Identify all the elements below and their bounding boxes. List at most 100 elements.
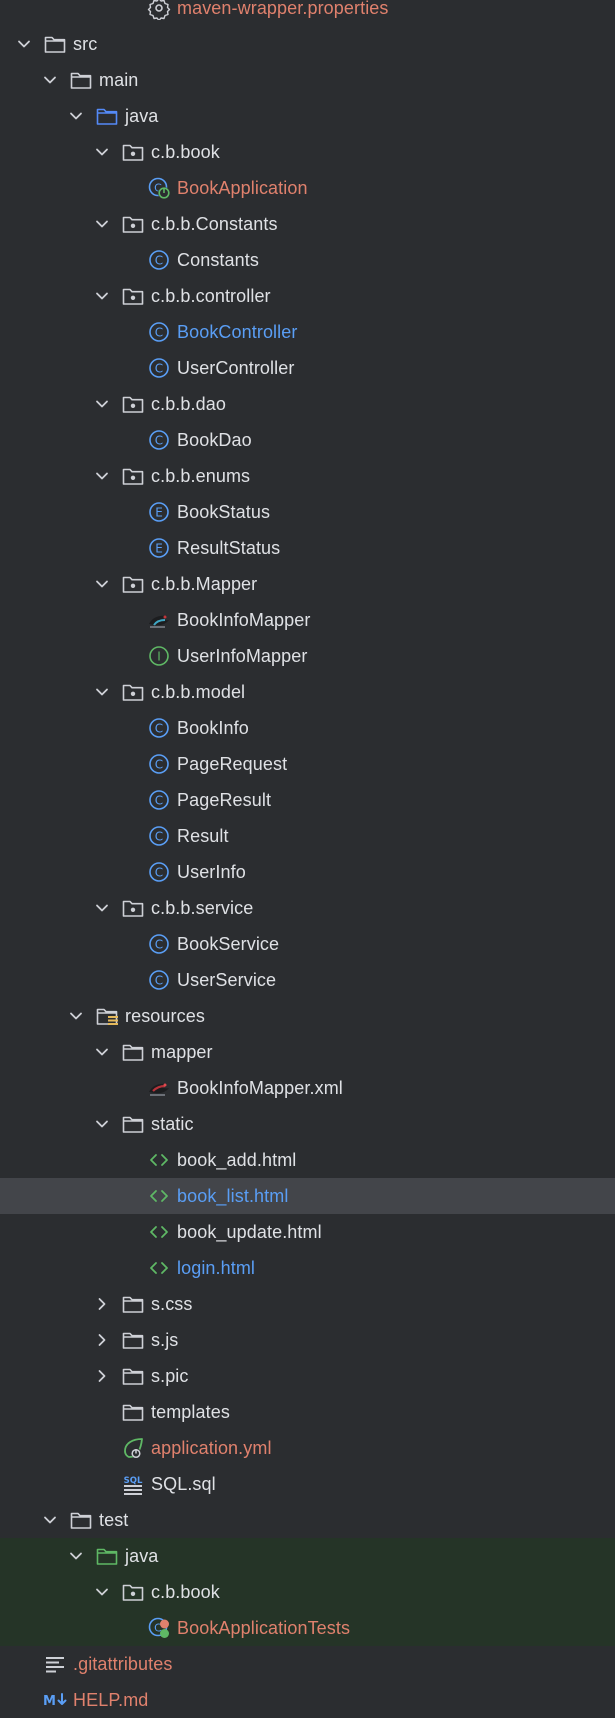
tree-item-c-b-b-mapper[interactable]: c.b.b.Mapper [0,566,615,602]
tree-item-sql-sql[interactable]: SQL SQL.sql [0,1466,615,1502]
tree-item-c-b-book[interactable]: c.b.book [0,134,615,170]
package-icon [121,284,145,308]
tree-item-pagerequest[interactable]: C PageRequest [0,746,615,782]
class-icon: C [147,320,171,344]
folder-icon [121,1040,145,1064]
chevron-down-icon[interactable] [91,141,113,163]
tree-item-static[interactable]: static [0,1106,615,1142]
chevron-right-icon[interactable] [91,1365,113,1387]
tree-item-bookapplication[interactable]: C BookApplication [0,170,615,206]
svg-text:C: C [155,758,163,772]
chevron-right-icon[interactable] [91,1329,113,1351]
tree-item-label: c.b.b.enums [151,466,251,486]
tree-item-label: UserController [177,358,295,378]
tree-item-bookinfo[interactable]: C BookInfo [0,710,615,746]
tree-item-templates[interactable]: templates [0,1394,615,1430]
tree-item-src[interactable]: src [0,26,615,62]
class-icon: C [147,968,171,992]
tree-item-label: BookController [177,322,298,342]
tree-item-label: c.b.b.model [151,682,246,702]
chevron-down-icon[interactable] [91,285,113,307]
tree-item-constants[interactable]: C Constants [0,242,615,278]
folder-icon [121,1328,145,1352]
tree-item-pageresult[interactable]: C PageResult [0,782,615,818]
tree-item-result[interactable]: C Result [0,818,615,854]
tree-item-label: book_list.html [177,1186,289,1206]
tree-item-label: java [125,1546,159,1566]
tree-item-bookservice[interactable]: C BookService [0,926,615,962]
chevron-down-icon[interactable] [13,33,35,55]
tree-item-c-b-b-dao[interactable]: c.b.b.dao [0,386,615,422]
tree-item-book-add-html[interactable]: book_add.html [0,1142,615,1178]
tree-item-userservice[interactable]: C UserService [0,962,615,998]
tree-item-resources[interactable]: resources [0,998,615,1034]
svg-text:M: M [43,1694,56,1709]
tree-item-label: c.b.b.service [151,898,254,918]
enum-icon: E [147,500,171,524]
chevron-down-icon[interactable] [91,213,113,235]
package-icon [121,572,145,596]
tree-item-book-update-html[interactable]: book_update.html [0,1214,615,1250]
mybatis-xml-icon [147,1076,171,1100]
chevron-down-icon[interactable] [91,465,113,487]
chevron-down-icon[interactable] [65,1005,87,1027]
chevron-down-icon[interactable] [91,897,113,919]
tree-item-c-b-b-service[interactable]: c.b.b.service [0,890,615,926]
tree-item-main[interactable]: main [0,62,615,98]
tree-item-bookdao[interactable]: C BookDao [0,422,615,458]
html-icon [147,1148,171,1172]
tree-item-java[interactable]: java [0,98,615,134]
tree-item-usercontroller[interactable]: C UserController [0,350,615,386]
tree-item-gitattributes[interactable]: .gitattributes [0,1646,615,1682]
tree-item-c-b-b-model[interactable]: c.b.b.model [0,674,615,710]
tree-item-label: c.b.b.Mapper [151,574,258,594]
tree-item-book-list-html[interactable]: book_list.html [0,1178,615,1214]
tree-item-help-md[interactable]: M HELP.md [0,1682,615,1718]
tree-item-userinfomapper[interactable]: I UserInfoMapper [0,638,615,674]
tree-item-c-b-b-enums[interactable]: c.b.b.enums [0,458,615,494]
chevron-down-icon[interactable] [91,1113,113,1135]
class-icon: C [147,932,171,956]
tree-item-label: c.b.b.dao [151,394,226,414]
chevron-down-icon[interactable] [91,681,113,703]
tree-item-label: BookStatus [177,502,271,522]
chevron-down-icon[interactable] [91,1581,113,1603]
tree-item-application-yml[interactable]: application.yml [0,1430,615,1466]
tree-item-c-b-book[interactable]: c.b.book [0,1574,615,1610]
tree-item-label: templates [151,1402,230,1422]
tree-item-s-css[interactable]: s.css [0,1286,615,1322]
tree-item-label: mapper [151,1042,213,1062]
tree-item-java[interactable]: java [0,1538,615,1574]
tree-item-bookinfomapper[interactable]: BookInfoMapper [0,602,615,638]
gear-icon [147,0,171,20]
tree-item-bookapplicationtests[interactable]: C BookApplicationTests [0,1610,615,1646]
chevron-down-icon[interactable] [65,1545,87,1567]
tree-item-resultstatus[interactable]: E ResultStatus [0,530,615,566]
test-class-icon: C [147,1616,171,1640]
chevron-down-icon[interactable] [65,105,87,127]
package-icon [121,464,145,488]
tree-item-bookinfomapper-xml[interactable]: BookInfoMapper.xml [0,1070,615,1106]
tree-item-s-js[interactable]: s.js [0,1322,615,1358]
tree-item-maven-wrapper-properties[interactable]: maven-wrapper.properties [0,0,615,26]
chevron-down-icon[interactable] [91,573,113,595]
chevron-down-icon[interactable] [39,69,61,91]
chevron-down-icon[interactable] [39,1509,61,1531]
tree-item-test[interactable]: test [0,1502,615,1538]
svg-text:C: C [155,830,163,844]
tree-item-bookcontroller[interactable]: C BookController [0,314,615,350]
tree-item-label: resources [125,1006,205,1026]
tree-item-c-b-b-controller[interactable]: c.b.b.controller [0,278,615,314]
tree-item-login-html[interactable]: login.html [0,1250,615,1286]
tree-item-mapper[interactable]: mapper [0,1034,615,1070]
tree-item-label: HELP.md [73,1690,149,1710]
tree-item-s-pic[interactable]: s.pic [0,1358,615,1394]
chevron-right-icon[interactable] [91,1293,113,1315]
chevron-down-icon[interactable] [91,1041,113,1063]
tree-item-bookstatus[interactable]: E BookStatus [0,494,615,530]
tree-item-c-b-b-constants[interactable]: c.b.b.Constants [0,206,615,242]
tree-item-label: c.b.b.controller [151,286,271,306]
svg-text:C: C [155,326,163,340]
chevron-down-icon[interactable] [91,393,113,415]
tree-item-userinfo[interactable]: C UserInfo [0,854,615,890]
